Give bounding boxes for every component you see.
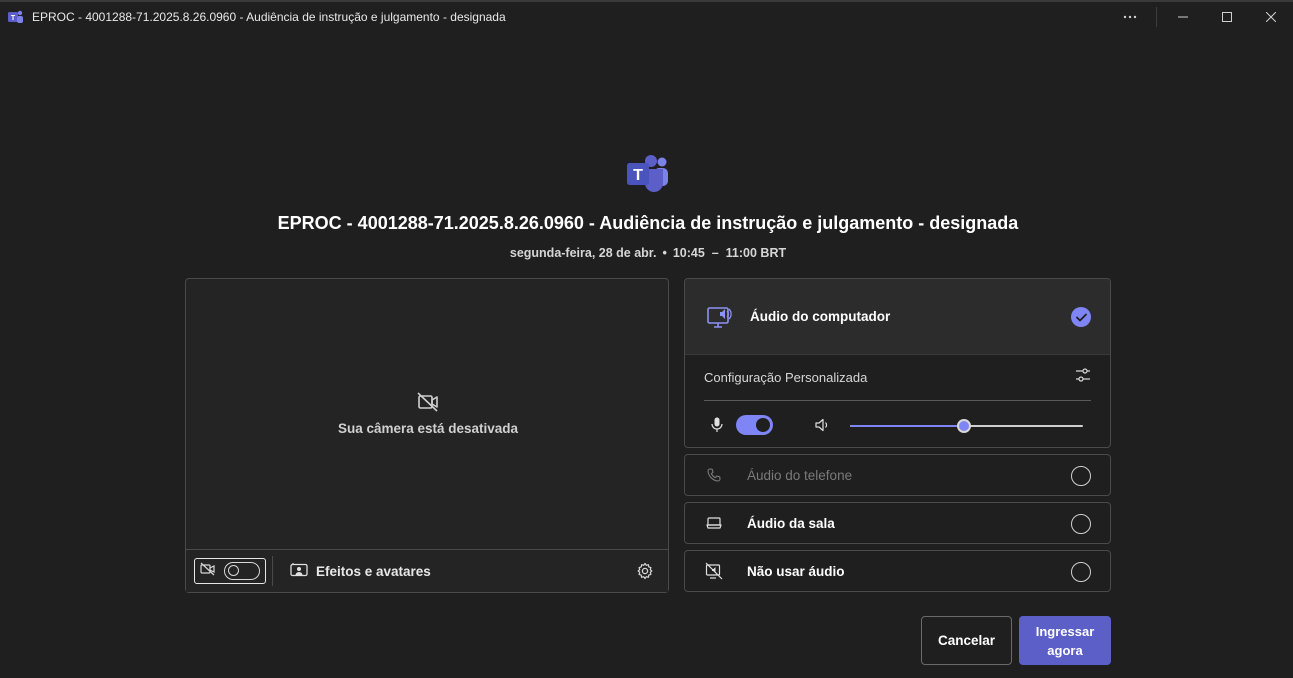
room-audio-radio[interactable] <box>1071 514 1091 534</box>
volume-thumb[interactable] <box>957 419 972 433</box>
computer-audio-panel: Áudio do computador Configuração Persona… <box>684 278 1111 448</box>
meeting-title: EPROC - 4001288-71.2025.8.26.0960 - Audi… <box>277 213 1019 233</box>
meeting-time-range: 10:45 – 11:00 BRT <box>672 246 787 260</box>
audio-controls-row <box>685 401 1110 447</box>
window-controls <box>1108 2 1293 32</box>
computer-audio-label: Áudio do computador <box>750 309 891 324</box>
camera-preview: Sua câmera está desativada Efeitos e ava… <box>185 278 669 593</box>
custom-settings-label: Configuração Personalizada <box>704 370 868 385</box>
room-audio-label: Áudio da sala <box>747 515 835 531</box>
computer-audio-option[interactable]: Áudio do computador <box>685 279 1110 355</box>
titlebar-divider <box>1156 7 1157 27</box>
no-audio-icon <box>705 562 723 580</box>
no-audio-radio[interactable] <box>1071 562 1091 582</box>
phone-audio-label: Áudio do telefone <box>747 467 853 483</box>
speaker-volume-slider[interactable] <box>850 419 1083 433</box>
volume-fill <box>850 425 965 427</box>
room-audio-option[interactable]: Áudio da sala <box>684 502 1111 544</box>
speaker-icon <box>814 417 830 433</box>
settings-sliders-icon[interactable] <box>1075 367 1091 388</box>
effects-avatars-button[interactable]: Efeitos e avatares <box>290 562 431 580</box>
ellipsis-icon[interactable] <box>1108 2 1152 32</box>
meeting-schedule: segunda-feira, 28 de abr. • 10:45 – 11:00 … <box>0 246 1293 260</box>
toggle-knob <box>228 565 239 576</box>
phone-audio-option: Áudio do telefone <box>684 454 1111 496</box>
phone-audio-radio <box>1071 466 1091 486</box>
teams-logo-icon: T <box>8 9 24 25</box>
custom-settings-row[interactable]: Configuração Personalizada <box>704 355 1091 401</box>
close-icon[interactable] <box>1249 2 1293 32</box>
maximize-icon[interactable] <box>1205 2 1249 32</box>
svg-text:T: T <box>11 15 16 22</box>
camera-off-icon <box>417 392 439 412</box>
effects-label: Efeitos e avatares <box>316 563 431 579</box>
camera-toolbar: Efeitos e avatares <box>186 549 668 592</box>
window-titlebar: T EPROC - 4001288-71.2025.8.26.0960 - Au… <box>0 0 1293 32</box>
no-audio-option[interactable]: Não usar áudio <box>684 550 1111 592</box>
no-audio-label: Não usar áudio <box>747 563 845 579</box>
svg-text:T: T <box>633 167 643 184</box>
selected-check-icon <box>1071 307 1091 327</box>
device-settings-gear-icon[interactable] <box>636 562 654 580</box>
microphone-toggle[interactable] <box>736 415 773 435</box>
camera-toggle-switch[interactable] <box>224 562 260 580</box>
computer-audio-icon <box>706 303 734 331</box>
window-title: EPROC - 4001288-71.2025.8.26.0960 - Audi… <box>32 10 506 24</box>
room-icon <box>705 514 723 532</box>
separator-dot: • <box>662 246 667 260</box>
camera-toggle[interactable] <box>194 558 266 584</box>
join-now-button[interactable]: Ingressar agora <box>1019 616 1111 665</box>
meeting-date: segunda-feira, 28 de abr. <box>509 246 657 260</box>
microphone-icon <box>711 417 723 433</box>
effects-icon <box>290 562 308 580</box>
phone-icon <box>705 466 723 484</box>
toolbar-divider <box>272 556 273 586</box>
camera-off-message: Sua câmera está desativada <box>337 421 519 436</box>
camera-off-icon <box>200 562 216 581</box>
cancel-button[interactable]: Cancelar <box>921 616 1012 665</box>
toggle-knob <box>756 418 770 432</box>
minimize-icon[interactable] <box>1161 2 1205 32</box>
teams-logo-icon: T <box>627 155 669 193</box>
